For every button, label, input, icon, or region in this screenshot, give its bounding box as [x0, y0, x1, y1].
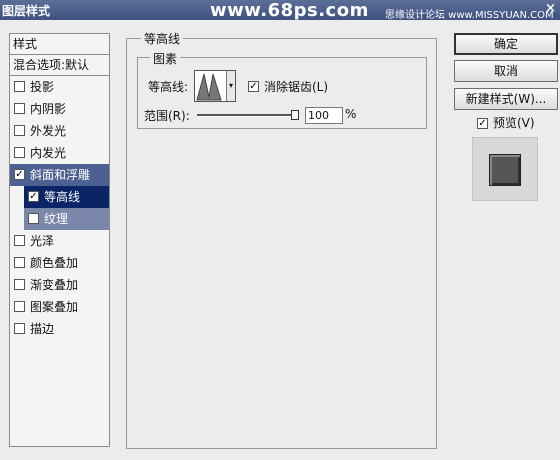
elements-group-title: 图素	[150, 50, 181, 67]
style-item-label: 纹理	[44, 212, 69, 226]
contour-group-title: 等高线	[141, 30, 184, 47]
checkbox-contour[interactable]: ✓	[28, 191, 39, 202]
style-item-label: 光泽	[30, 234, 55, 248]
watermark-main: www.68ps.com	[210, 0, 369, 21]
style-item-outer-glow[interactable]: 外发光	[10, 120, 109, 142]
checkbox-stroke[interactable]	[14, 323, 25, 334]
checkbox-gradient-overlay[interactable]	[14, 279, 25, 290]
style-item-label: 外发光	[30, 124, 67, 138]
style-item-inner-glow[interactable]: 内发光	[10, 142, 109, 164]
checkbox-inner-shadow[interactable]	[14, 103, 25, 114]
style-item-bevel-emboss[interactable]: ✓ 斜面和浮雕	[10, 164, 109, 186]
range-slider[interactable]	[197, 114, 297, 117]
style-item-label: 颜色叠加	[30, 256, 79, 270]
checkbox-satin[interactable]	[14, 235, 25, 246]
style-item-drop-shadow[interactable]: 投影	[10, 76, 109, 98]
title-bar: 图层样式 www.68ps.com 思缘设计论坛 www.MISSYUAN.CO…	[0, 0, 560, 21]
antialias-checkbox[interactable]: ✓	[248, 81, 259, 92]
style-item-label: 斜面和浮雕	[30, 168, 91, 182]
style-item-contour[interactable]: ✓ 等高线	[24, 186, 109, 208]
preview-label[interactable]: 预览(V)	[493, 114, 535, 131]
close-icon[interactable]: ×	[545, 1, 556, 16]
style-item-color-overlay[interactable]: 颜色叠加	[10, 252, 109, 274]
checkbox-pattern-overlay[interactable]	[14, 301, 25, 312]
contour-curve-icon	[196, 73, 222, 101]
contour-label: 等高线:	[148, 80, 189, 94]
checkbox-color-overlay[interactable]	[14, 257, 25, 268]
range-slider-handle[interactable]	[291, 110, 299, 120]
checkbox-bevel-emboss[interactable]: ✓	[14, 169, 25, 180]
style-item-gradient-overlay[interactable]: 渐变叠加	[10, 274, 109, 296]
watermark-secondary: 思缘设计论坛 www.MISSYUAN.COM	[385, 10, 554, 21]
chevron-down-icon[interactable]: ▾	[226, 71, 235, 101]
style-item-pattern-overlay[interactable]: 图案叠加	[10, 296, 109, 318]
checkbox-drop-shadow[interactable]	[14, 81, 25, 92]
style-item-label: 渐变叠加	[30, 278, 79, 292]
new-style-button[interactable]: 新建样式(W)...	[454, 88, 558, 110]
style-item-inner-shadow[interactable]: 内阴影	[10, 98, 109, 120]
checkbox-outer-glow[interactable]	[14, 125, 25, 136]
style-item-satin[interactable]: 光泽	[10, 230, 109, 252]
cancel-button[interactable]: 取消	[454, 60, 558, 82]
style-item-label: 内发光	[30, 146, 67, 160]
range-label: 范围(R):	[144, 109, 190, 123]
ok-button[interactable]: 确定	[454, 33, 558, 55]
preview-checkbox[interactable]: ✓	[477, 118, 488, 129]
range-unit: %	[345, 107, 357, 121]
range-input[interactable]: 100	[305, 107, 343, 124]
checkbox-inner-glow[interactable]	[14, 147, 25, 158]
style-item-label: 图案叠加	[30, 300, 79, 314]
blend-options-item[interactable]: 混合选项:默认	[10, 55, 109, 76]
style-item-texture[interactable]: 纹理	[24, 208, 109, 230]
style-item-label: 等高线	[44, 190, 81, 204]
window-title: 图层样式	[2, 4, 51, 18]
contour-picker[interactable]: ▾	[194, 70, 236, 102]
style-item-label: 内阴影	[30, 102, 67, 116]
preview-thumbnail	[472, 137, 538, 201]
antialias-label[interactable]: 消除锯齿(L)	[264, 78, 328, 95]
style-list: 样式 混合选项:默认 投影 内阴影 外发光 内发光 ✓ 斜面和浮雕 ✓ 等高线 纹理…	[9, 33, 110, 447]
checkbox-texture[interactable]	[28, 213, 39, 224]
style-item-label: 描边	[30, 322, 55, 336]
style-item-label: 投影	[30, 80, 55, 94]
preview-swatch	[489, 154, 521, 186]
style-list-header[interactable]: 样式	[10, 34, 109, 55]
style-item-stroke[interactable]: 描边	[10, 318, 109, 340]
